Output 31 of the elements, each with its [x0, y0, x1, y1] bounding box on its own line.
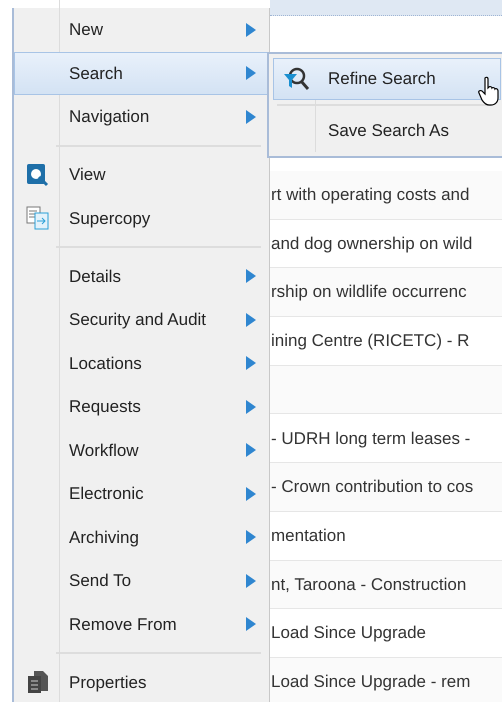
copy-icon	[26, 206, 50, 230]
menu-item[interactable]: Security and Audit	[14, 298, 269, 342]
menu-item[interactable]: Supercopy	[14, 196, 269, 240]
menu-item[interactable]: Refine Search	[273, 58, 501, 100]
menu-item[interactable]: Locations	[14, 342, 269, 385]
table-cell-text: nt, Taroona - Construction	[270, 574, 466, 596]
menu-item[interactable]: Requests	[14, 385, 269, 428]
table-cell-text: ining Centre (RICETC) - R	[270, 330, 470, 352]
table-cell-text: and dog ownership on wild	[270, 232, 472, 255]
menu-item[interactable]: Navigation	[14, 95, 269, 138]
menu-item[interactable]: Properties	[14, 660, 269, 702]
table-cell-text: - Crown contribution to cos	[270, 476, 474, 498]
filter-search-icon	[282, 67, 310, 91]
table-cell-text: rt with operating costs and	[270, 184, 470, 206]
table-cell-text: mentation	[270, 524, 346, 547]
menu-item[interactable]: Send To	[14, 559, 269, 602]
table-cell-text: rship on wildlife occurrenc	[270, 281, 467, 304]
menu-item[interactable]: Save Search As	[273, 110, 501, 152]
table-cell-text: Load Since Upgrade - rem	[270, 670, 470, 693]
table-cell-text: Load Since Upgrade	[270, 622, 426, 644]
menu-item[interactable]: Search	[14, 52, 269, 95]
document-icon	[26, 670, 50, 694]
menu-item[interactable]: Archiving	[14, 516, 269, 559]
menu-item[interactable]: Workflow	[14, 428, 269, 472]
view-icon	[26, 162, 50, 187]
menu-item[interactable]: View	[14, 153, 269, 196]
menu-item[interactable]: Electronic	[14, 472, 269, 516]
menu-item[interactable]: Remove From	[14, 602, 269, 646]
table-cell-text: - UDRH long term leases -	[270, 428, 470, 450]
menu-item[interactable]: Details	[14, 254, 269, 298]
menu-item[interactable]: New	[14, 8, 269, 52]
